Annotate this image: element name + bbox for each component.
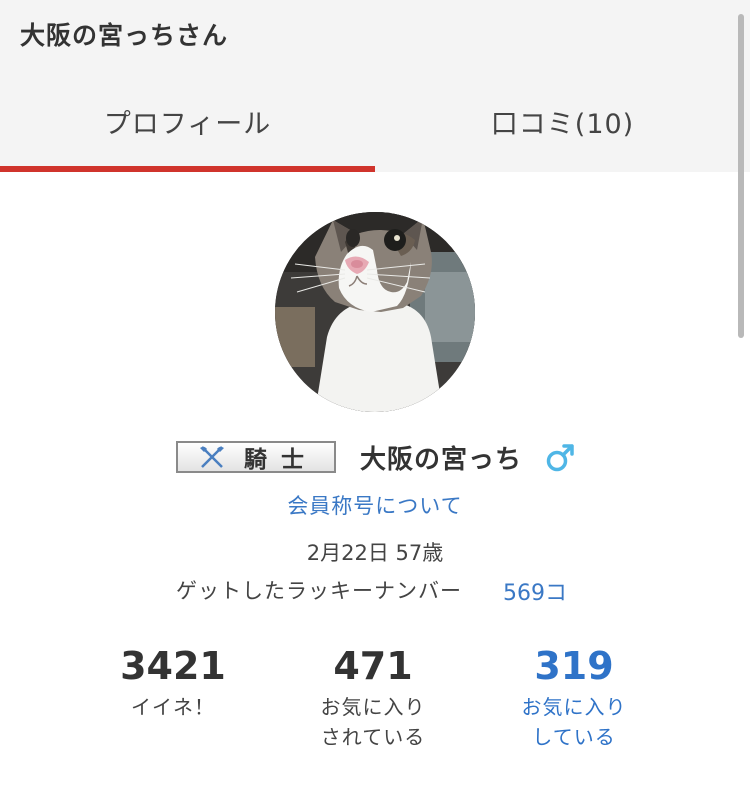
active-tab-indicator	[0, 166, 375, 172]
stat-favoriting-label-line1[interactable]: お気に入り	[474, 692, 674, 722]
birthday-age: 2月22日 57歳	[306, 541, 444, 565]
stat-likes-number: 3421	[120, 644, 226, 688]
stat-likes: 3421 イイネ！	[73, 640, 273, 722]
rank-badge: 騎士	[176, 441, 336, 473]
stat-favorited: 471 お気に入り されている	[273, 640, 473, 752]
lucky-number-count-link[interactable]: 569コ	[503, 575, 567, 607]
stat-favorited-label-line1: お気に入り	[320, 695, 426, 719]
member-title-link[interactable]: 会員称号について	[0, 490, 750, 520]
stat-favorited-label-line2: されている	[320, 725, 426, 749]
scrollbar[interactable]	[738, 14, 744, 338]
stat-likes-label: イイネ！	[131, 695, 215, 719]
crossed-axes-icon	[200, 446, 224, 468]
stat-favoriting-label-line2[interactable]: している	[474, 722, 674, 752]
cat-photo-avatar-icon	[275, 212, 475, 412]
male-symbol-icon	[546, 444, 574, 472]
stat-favoriting-number[interactable]: 319	[474, 640, 674, 692]
page-title: 大阪の宮っちさん	[20, 21, 229, 50]
avatar	[275, 212, 475, 412]
tab-reviews[interactable]: 口コミ(10)	[375, 102, 750, 141]
rank-badge-label: 騎士	[244, 446, 318, 473]
tab-profile[interactable]: プロフィール	[0, 102, 375, 141]
stat-favorited-number: 471	[333, 644, 413, 688]
username: 大阪の宮っち	[360, 445, 523, 475]
profile-header: 大阪の宮っちさん プロフィール 口コミ(10)	[0, 0, 750, 172]
lucky-number-label: ゲットしたラッキーナンバー	[176, 579, 462, 603]
stat-favoriting-link[interactable]: 319 お気に入り している	[474, 640, 674, 752]
